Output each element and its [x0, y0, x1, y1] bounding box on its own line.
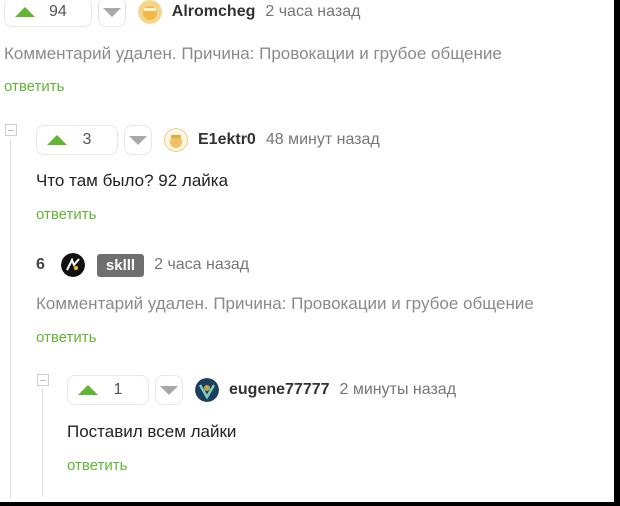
avatar[interactable]	[60, 253, 85, 277]
comment-rating: 6	[36, 256, 45, 273]
collapse-icon[interactable]	[5, 124, 17, 136]
thread-line-level2	[42, 387, 43, 497]
comment-time[interactable]: 48 минут назад	[266, 131, 380, 149]
upvote-icon[interactable]	[78, 385, 98, 395]
comment-time[interactable]: 2 часа назад	[265, 3, 360, 21]
comment-rating: 94	[49, 3, 67, 20]
comment-header: 3 E1ektr0 48 минут назад	[36, 125, 380, 155]
vote-box: 94	[4, 0, 92, 27]
window-border	[0, 502, 620, 506]
username[interactable]: eugene77777	[229, 381, 330, 399]
comment-rating: 1	[113, 381, 123, 398]
downvote-button[interactable]	[124, 125, 152, 155]
comment-deleted-text: Комментарий удален. Причина: Провокации …	[4, 44, 502, 63]
upvote-icon[interactable]	[47, 135, 67, 145]
downvote-icon	[160, 385, 178, 395]
username[interactable]: E1ektr0	[198, 131, 256, 149]
reply-link[interactable]: ответить	[36, 206, 96, 223]
avatar[interactable]	[137, 0, 162, 24]
avatar[interactable]	[164, 128, 188, 152]
upvote-icon[interactable]	[15, 7, 35, 17]
vote-box: 1	[67, 375, 149, 405]
comment-time[interactable]: 2 часа назад	[154, 256, 249, 274]
downvote-button[interactable]	[97, 0, 126, 27]
reply-link[interactable]: ответить	[67, 457, 127, 474]
comment-text: Что там было? 92 лайка	[36, 171, 229, 190]
comment-time[interactable]: 2 минуты назад	[340, 381, 457, 399]
collapse-icon[interactable]	[37, 374, 49, 386]
comment-deleted-text: Комментарий удален. Причина: Провокации …	[36, 294, 534, 313]
vote-box: 3	[36, 125, 118, 155]
comment-header: 94 Alromcheg 2 часа назад	[4, 0, 360, 27]
reply-link[interactable]: ответить	[4, 78, 64, 95]
username[interactable]: Alromcheg	[172, 3, 256, 21]
downvote-icon	[129, 135, 147, 145]
comment-rating: 3	[82, 131, 92, 148]
downvote-button[interactable]	[155, 375, 183, 405]
downvote-icon	[102, 7, 121, 17]
reply-link[interactable]: ответить	[36, 329, 96, 346]
username-badge[interactable]: sklll	[96, 253, 145, 277]
thread-line-level1	[10, 138, 11, 498]
avatar[interactable]	[195, 378, 219, 402]
comment-header: 1 eugene77777 2 минуты назад	[67, 375, 456, 405]
comment-header: 6 sklll 2 часа назад	[36, 253, 249, 277]
comment-text: Поставил всем лайки	[67, 422, 237, 441]
window-border	[614, 0, 620, 506]
